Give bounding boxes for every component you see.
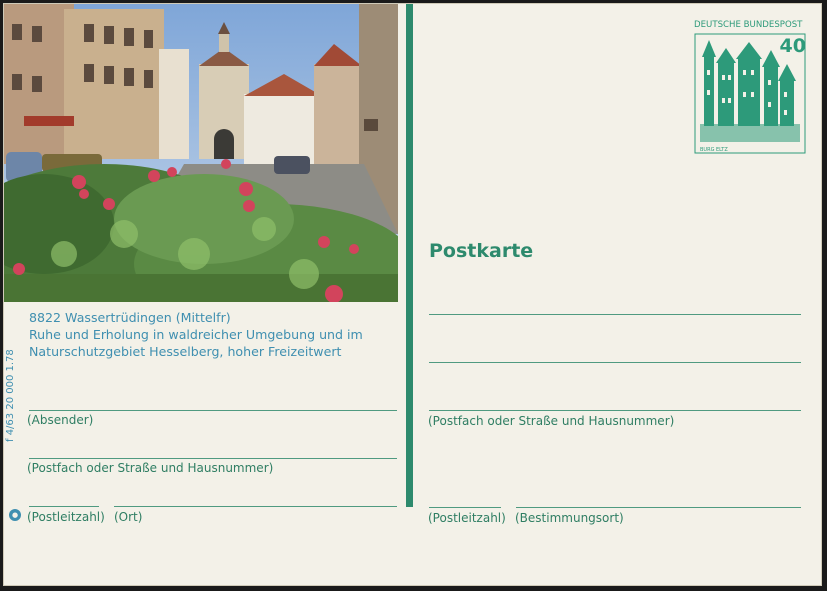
left-zip-label: (Postleitzahl)	[27, 510, 105, 524]
stamp-caption: BURG ELTZ	[700, 147, 728, 153]
left-street-label: (Postfach oder Straße und Hausnummer)	[27, 461, 274, 475]
castle-illustration: BURG ELTZ	[694, 33, 806, 154]
right-zip-line	[429, 507, 501, 508]
caption-line-3: Naturschutzgebiet Hesselberg, hoher Frei…	[29, 344, 342, 359]
sender-label: (Absender)	[27, 413, 94, 427]
left-zip-line	[29, 506, 99, 507]
town-photo	[4, 4, 398, 302]
postcard: 8822 Wassertrüdingen (Mittelfr) Ruhe und…	[3, 3, 822, 586]
sender-line	[29, 410, 397, 411]
caption-line-1: 8822 Wassertrüdingen (Mittelfr)	[29, 310, 231, 325]
left-city-line	[114, 506, 397, 507]
postage-stamp: DEUTSCHE BUNDESPOST 40 BURG ELTZ	[694, 20, 806, 154]
center-divider	[406, 4, 413, 507]
right-destination-line	[516, 507, 801, 508]
caption-line-2: Ruhe und Erholung in waldreicher Umgebun…	[29, 327, 363, 342]
right-street-label: (Postfach oder Straße und Hausnummer)	[428, 414, 675, 428]
address-line-2	[429, 362, 801, 363]
right-street-line	[429, 410, 801, 411]
print-serial: f 4/63 20 000 1.78	[5, 349, 16, 442]
address-line-1	[429, 314, 801, 315]
postcard-title: Postkarte	[429, 240, 534, 262]
left-street-line	[29, 458, 397, 459]
right-destination-label: (Bestimmungsort)	[515, 511, 624, 525]
right-zip-label: (Postleitzahl)	[428, 511, 506, 525]
photo-caption: 8822 Wassertrüdingen (Mittelfr) Ruhe und…	[29, 309, 399, 360]
left-city-label: (Ort)	[114, 510, 143, 524]
publisher-logo-icon: ●	[9, 509, 21, 521]
